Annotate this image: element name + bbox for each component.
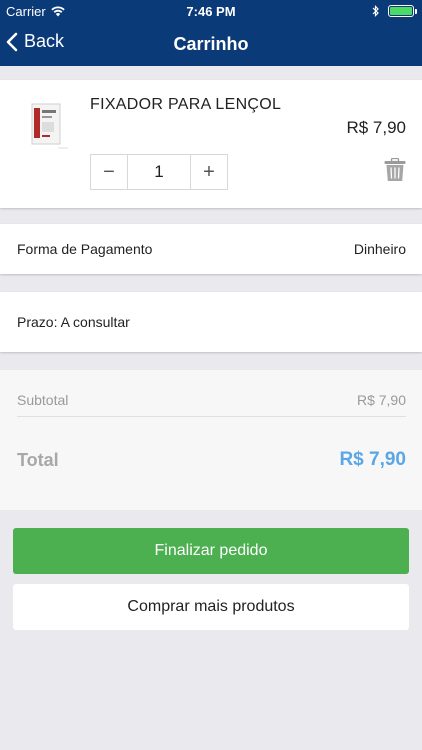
subtotal-value: R$ 7,90 bbox=[356, 392, 406, 408]
continue-shopping-button[interactable]: Comprar mais produtos bbox=[13, 584, 409, 630]
battery-icon bbox=[388, 5, 417, 17]
payment-term-row: Prazo: A consultar bbox=[0, 292, 422, 352]
quantity-stepper: − 1 + bbox=[90, 154, 228, 190]
product-name: FIXADOR PARA LENÇOL bbox=[90, 96, 282, 113]
product-price: R$ 7,90 bbox=[346, 118, 406, 137]
payment-method-row[interactable]: Forma de Pagamento Dinheiro bbox=[0, 224, 422, 274]
quantity-value: 1 bbox=[127, 155, 191, 189]
total-label: Total bbox=[17, 450, 59, 470]
status-time: 7:46 PM bbox=[186, 4, 236, 19]
increment-button[interactable]: + bbox=[191, 155, 227, 189]
checkout-button[interactable]: Finalizar pedido bbox=[13, 528, 409, 574]
trash-icon[interactable] bbox=[384, 158, 406, 182]
cart-item: FIXADOR PARA LENÇOL R$ 7,90 − 1 + bbox=[0, 80, 422, 208]
total-value: R$ 7,90 bbox=[339, 449, 406, 470]
product-thumbnail[interactable] bbox=[18, 100, 72, 154]
bluetooth-icon bbox=[372, 5, 379, 17]
status-bar: Carrier 7:46 PM bbox=[0, 0, 422, 22]
payment-method-label: Forma de Pagamento bbox=[17, 241, 153, 257]
navigation-bar: Back Carrinho bbox=[0, 22, 422, 66]
subtotal-label: Subtotal bbox=[17, 392, 69, 408]
page-title: Carrinho bbox=[173, 34, 249, 54]
decrement-button[interactable]: − bbox=[91, 155, 127, 189]
summary-divider bbox=[17, 416, 406, 417]
payment-method-value: Dinheiro bbox=[353, 241, 406, 257]
payment-term-label: Prazo: A consultar bbox=[17, 314, 130, 330]
order-summary: Subtotal R$ 7,90 Total R$ 7,90 bbox=[0, 370, 422, 510]
